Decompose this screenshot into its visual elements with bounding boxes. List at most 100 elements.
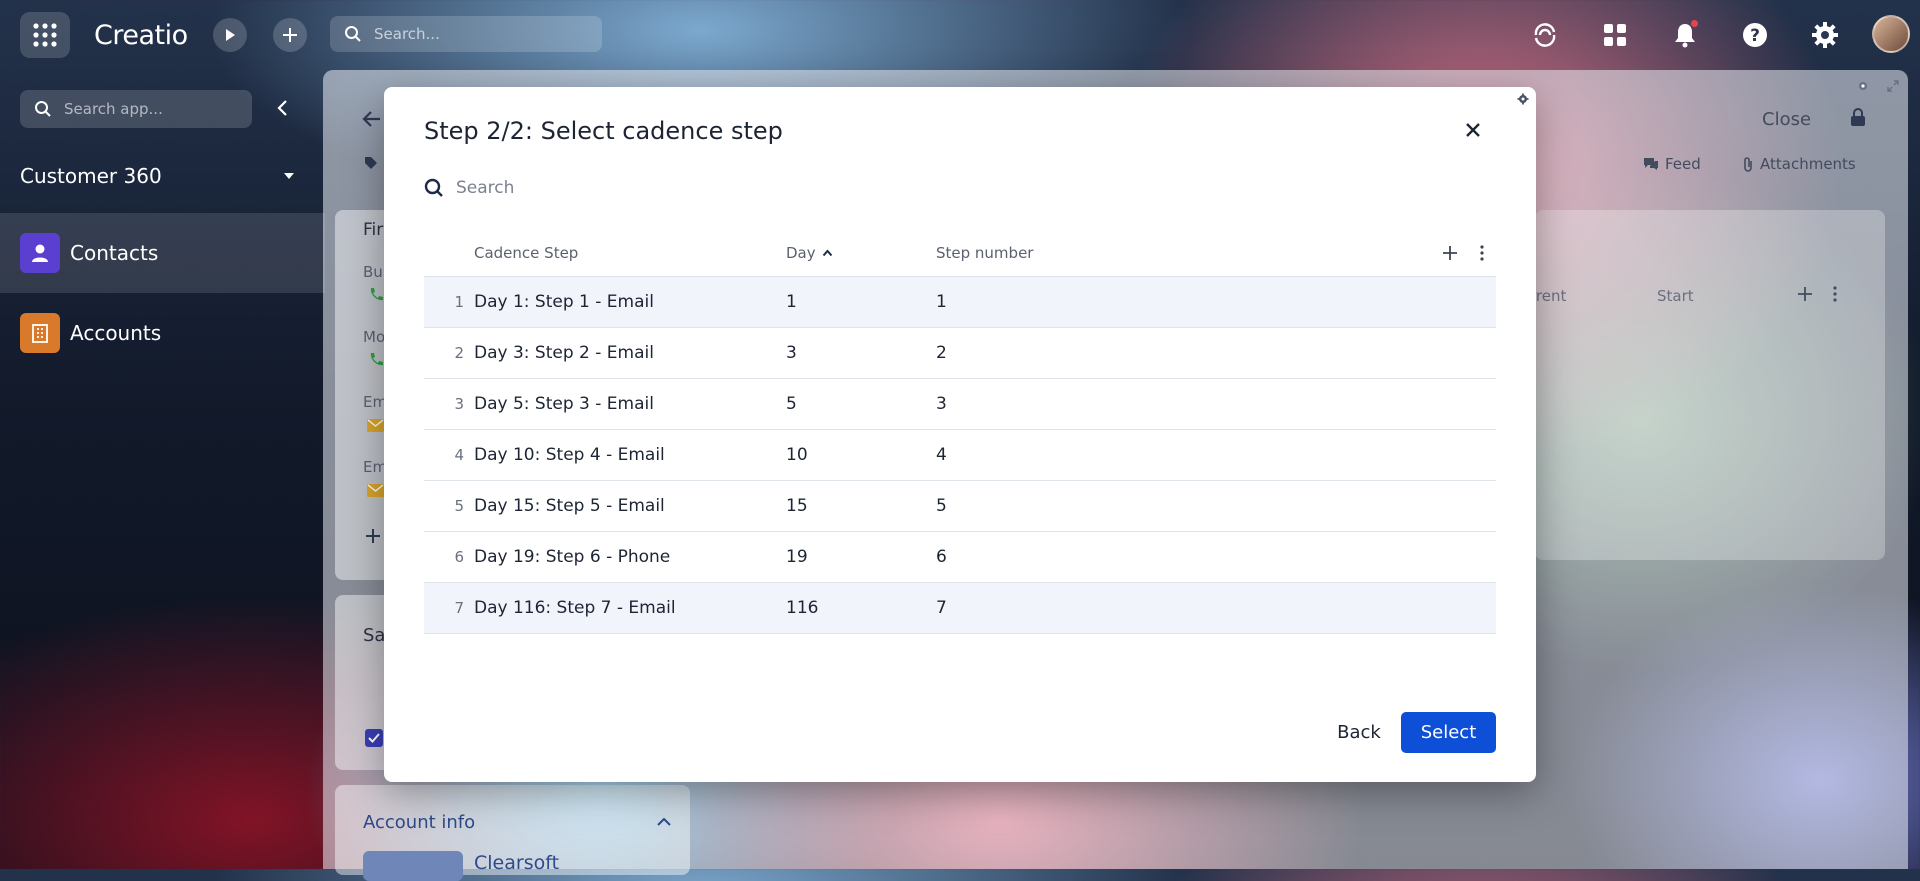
add-column-button[interactable] [1436,229,1464,276]
field-label-mobile: Mo [363,328,386,346]
search-icon [35,101,51,117]
lock-icon[interactable] [1850,108,1866,130]
email-icon[interactable] [367,418,384,436]
table-row[interactable]: 1 Day 1: Step 1 - Email 1 1 [424,277,1496,328]
run-process-button[interactable] [213,18,247,52]
back-arrow-icon[interactable] [362,110,382,132]
select-button[interactable]: Select [1401,712,1496,753]
table-row[interactable]: 5 Day 15: Step 5 - Email 15 5 [424,481,1496,532]
company-name[interactable]: Clearsoft [474,852,559,874]
row-number: 1 [454,293,464,311]
search-icon [345,26,361,42]
back-button[interactable]: Back [1314,712,1404,753]
apps-button[interactable] [1598,18,1632,52]
dialog-search-input[interactable] [454,177,958,199]
section-title-sales: Sa [363,625,386,646]
company-logo [363,851,463,881]
gear-icon[interactable] [1516,92,1530,106]
settings-button[interactable] [1808,18,1842,52]
cell-step-number: 7 [936,598,947,618]
workspace-name: Customer 360 [20,164,162,188]
feed-tab[interactable]: Feed [1643,155,1701,173]
table-options-button[interactable] [1468,229,1496,276]
select-cadence-step-dialog: Step 2/2: Select cadence step Cadence St… [384,87,1536,782]
gear-icon [1812,22,1838,48]
cell-day: 3 [786,343,797,363]
add-field-icon[interactable] [365,528,381,548]
column-header-step-number[interactable]: Step number [936,229,1033,276]
notifications-button[interactable] [1668,18,1702,52]
cell-cadence-step: Day 10: Step 4 - Email [474,445,665,465]
cell-step-number: 3 [936,394,947,414]
communication-panel-button[interactable] [1528,18,1562,52]
table-row[interactable]: 2 Day 3: Step 2 - Email 3 2 [424,328,1496,379]
table-row[interactable]: 4 Day 10: Step 4 - Email 10 4 [424,430,1496,481]
chevron-left-icon [277,100,287,116]
tag-icon [364,156,378,174]
app-search[interactable] [20,90,252,128]
section-title-account-info: Account info [363,812,476,833]
table-row[interactable]: 7 Day 116: Step 7 - Email 116 7 [424,583,1496,634]
paperclip-icon [1744,157,1752,172]
collapse-sidebar-button[interactable] [270,96,294,120]
more-vertical-icon [1480,244,1484,261]
attachments-tab[interactable]: Attachments [1742,155,1856,173]
workspace-selector[interactable]: Customer 360 [20,158,295,194]
search-icon [424,178,443,197]
more-vertical-icon[interactable] [1832,286,1838,306]
building-icon [20,313,60,353]
app-search-input[interactable] [62,99,246,119]
column-header-cadence-step[interactable]: Cadence Step [474,229,578,276]
plus-icon [1443,245,1457,260]
table-header: Cadence Step Day Step number [424,229,1496,277]
cell-cadence-step: Day 3: Step 2 - Email [474,343,654,363]
row-number: 7 [454,599,464,617]
cell-cadence-step: Day 15: Step 5 - Email [474,496,665,516]
create-button[interactable] [273,18,307,52]
cell-day: 116 [786,598,819,618]
table-row[interactable]: 6 Day 19: Step 6 - Phone 19 6 [424,532,1496,583]
close-icon [1466,123,1480,137]
table-row[interactable]: 3 Day 5: Step 3 - Email 5 3 [424,379,1496,430]
checkbox-icon[interactable] [364,728,384,752]
email-icon[interactable] [367,483,384,501]
sidebar-item-contacts[interactable]: Contacts [0,213,325,293]
help-button[interactable]: ? [1738,18,1772,52]
play-icon [226,29,235,41]
person-icon [20,233,60,273]
row-number: 4 [454,446,464,464]
close-dialog-button[interactable] [1460,117,1486,143]
app-menu-button[interactable] [20,12,70,58]
gear-icon[interactable] [1857,78,1869,96]
column-header-day-label: Day [786,243,816,262]
svg-text:?: ? [1750,26,1760,46]
chevron-up-icon[interactable] [656,813,672,831]
global-search[interactable] [330,16,602,52]
sidebar-item-label: Contacts [70,241,159,265]
row-number: 2 [454,344,464,362]
cell-step-number: 1 [936,292,947,312]
caret-down-icon [284,173,294,179]
sort-ascending-icon [822,248,832,256]
cell-step-number: 2 [936,343,947,363]
expand-icon[interactable] [1887,78,1899,96]
close-record-button[interactable]: Close [1762,109,1811,130]
attachments-label: Attachments [1760,155,1856,173]
cell-cadence-step: Day 1: Step 1 - Email [474,292,654,312]
phone-icon[interactable] [368,287,384,307]
chat-icon [1644,158,1658,170]
phone-icon[interactable] [368,352,384,372]
grid-icon [33,23,57,47]
column-header-day[interactable]: Day [786,229,833,276]
sidebar-item-label: Accounts [70,321,162,345]
sidebar-item-accounts[interactable]: Accounts [0,293,325,373]
global-search-input[interactable] [372,24,596,44]
row-number: 3 [454,395,464,413]
user-avatar[interactable] [1872,15,1910,53]
cell-step-number: 5 [936,496,947,516]
notification-badge [1691,20,1698,27]
dialog-search[interactable] [424,170,1024,206]
cell-cadence-step: Day 5: Step 3 - Email [474,394,654,414]
plus-icon[interactable] [1797,286,1813,306]
swirl-icon [1534,23,1556,47]
